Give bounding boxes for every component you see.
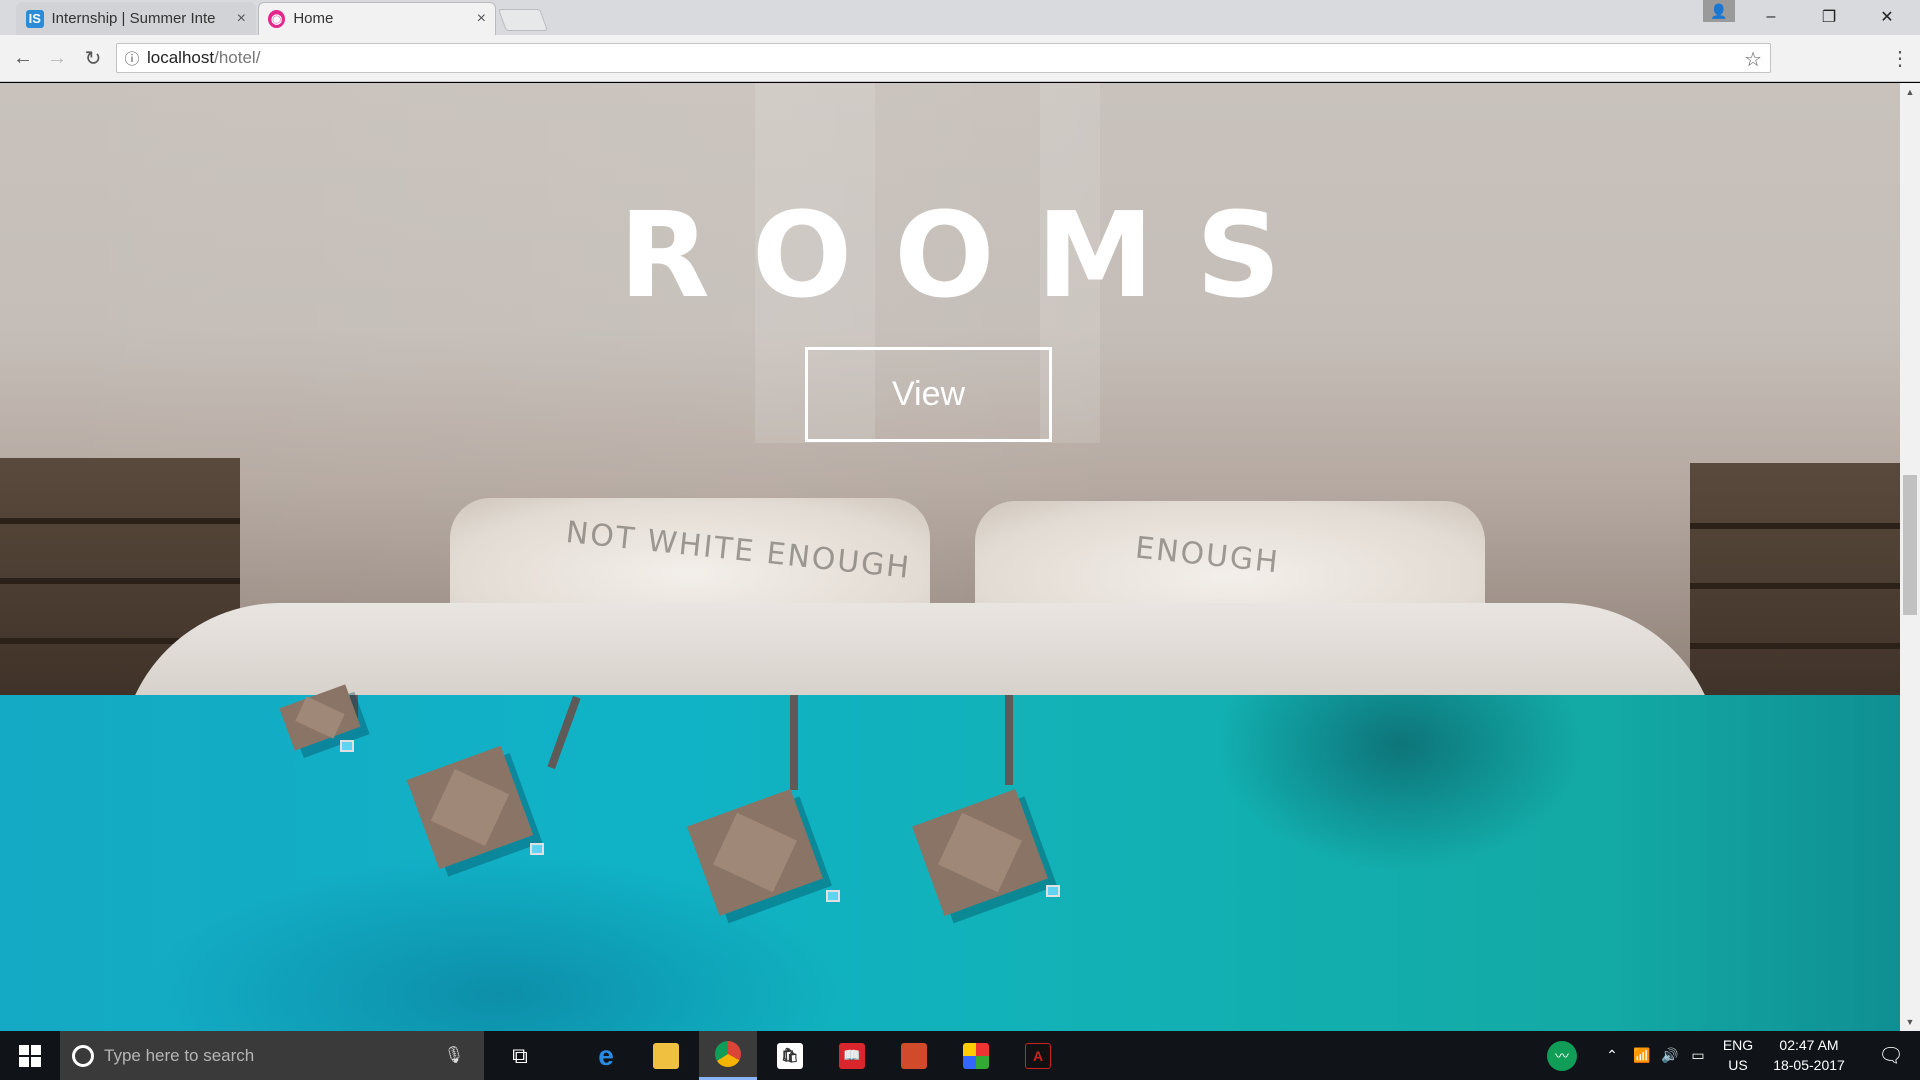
villa <box>687 789 823 916</box>
view-button[interactable]: View <box>805 347 1052 442</box>
site-logo-icon: ◉ <box>268 9 286 28</box>
volume-icon[interactable]: 🔊 <box>1658 1031 1682 1080</box>
activity-monitor-icon[interactable]: 〰 <box>1540 1031 1584 1080</box>
villa <box>406 745 534 870</box>
office-app-icon[interactable] <box>947 1031 1005 1080</box>
system-clock[interactable]: 02:47 AM 18-05-2017 <box>1766 1035 1852 1075</box>
wifi-icon[interactable]: 📶 <box>1630 1031 1654 1080</box>
walkway <box>547 695 581 770</box>
reload-icon[interactable]: ↻ <box>78 43 108 73</box>
rooms-heading: ROOMS <box>619 186 1323 324</box>
tab-title: Internship | Summer Inte <box>51 10 216 27</box>
chrome-icon[interactable] <box>699 1031 757 1080</box>
start-button[interactable] <box>0 1031 60 1080</box>
menu-icon[interactable]: ⋮ <box>1888 43 1912 73</box>
close-icon[interactable]: × <box>237 10 246 28</box>
action-center-icon[interactable]: 🗨 <box>1862 1031 1920 1080</box>
pdf-reader-icon[interactable]: A <box>1009 1031 1067 1080</box>
overwater-villas-image <box>0 684 1900 1031</box>
info-icon[interactable]: ⓘ <box>117 48 147 69</box>
close-icon[interactable]: × <box>477 10 486 28</box>
edge-browser-icon[interactable]: e <box>577 1031 635 1080</box>
walkway <box>790 695 798 790</box>
windows-logo-icon <box>19 1044 41 1067</box>
scroll-down-arrow-icon[interactable]: ▼ <box>1900 1013 1920 1031</box>
windows-taskbar: Type here to search 🎙 ⧉ e 🛍 📖 A 〰 ⌃ 📶 🔊 … <box>0 1031 1920 1080</box>
store-icon[interactable]: 🛍 <box>761 1031 819 1080</box>
scroll-thumb[interactable] <box>1903 475 1917 615</box>
villa-pool <box>1046 885 1060 897</box>
close-window-button[interactable]: ✕ <box>1858 0 1916 33</box>
battery-icon[interactable]: ▭ <box>1686 1031 1710 1080</box>
right-nightstand-crate <box>1690 463 1900 703</box>
minimize-button[interactable]: – <box>1742 0 1800 33</box>
language-indicator[interactable]: ENG US <box>1718 1035 1758 1075</box>
villa-pool <box>340 740 354 752</box>
page-scrollbar[interactable]: ▲ ▼ <box>1900 83 1920 1031</box>
bookmark-star-icon[interactable]: ☆ <box>1744 47 1762 72</box>
language-code: ENG <box>1722 1037 1754 1053</box>
show-hidden-icons-icon[interactable]: ⌃ <box>1600 1031 1624 1080</box>
is-logo-icon: IS <box>26 9 44 28</box>
forward-arrow-icon[interactable]: → <box>42 43 72 73</box>
profile-icon[interactable]: 👤 <box>1703 0 1735 22</box>
tab-internship[interactable]: IS Internship | Summer Inte × <box>16 2 256 35</box>
scroll-up-arrow-icon[interactable]: ▲ <box>1900 83 1920 101</box>
url-host: localhost <box>147 48 215 67</box>
browser-titlebar: IS Internship | Summer Inte × ◉ Home × 👤… <box>0 0 1920 35</box>
search-placeholder: Type here to search <box>104 1045 255 1065</box>
file-explorer-icon[interactable] <box>637 1031 695 1080</box>
tab-home[interactable]: ◉ Home × <box>258 2 496 35</box>
back-arrow-icon[interactable]: ← <box>8 43 38 73</box>
page-viewport: NOT WHITE ENOUGH ENOUGH ROOMS View <box>0 83 1900 1031</box>
taskbar-search[interactable]: Type here to search 🎙 <box>60 1031 484 1080</box>
url-path: /hotel/ <box>214 48 261 67</box>
walkway <box>1005 695 1013 785</box>
villa-pool <box>826 890 840 902</box>
task-view-icon[interactable]: ⧉ <box>491 1031 549 1080</box>
cortana-icon <box>72 1044 94 1067</box>
clock-time: 02:47 AM <box>1779 1037 1839 1053</box>
new-tab-button[interactable] <box>497 9 549 31</box>
reader-icon[interactable]: 📖 <box>823 1031 881 1080</box>
region-code: US <box>1728 1057 1748 1073</box>
browser-toolbar: ← → ↻ ⓘ localhost/hotel/ ☆ ⋮ <box>0 35 1920 82</box>
tool-app-icon[interactable] <box>885 1031 943 1080</box>
rooms-hero: NOT WHITE ENOUGH ENOUGH ROOMS View <box>0 83 1900 763</box>
restore-button[interactable]: ❐ <box>1800 0 1858 33</box>
microphone-icon[interactable]: 🎙 <box>444 1045 464 1065</box>
villa-pool <box>530 843 544 855</box>
villa <box>912 789 1048 916</box>
clock-date: 18-05-2017 <box>1773 1057 1845 1073</box>
tab-title: Home <box>293 10 334 27</box>
address-bar[interactable]: ⓘ localhost/hotel/ ☆ <box>116 43 1771 73</box>
